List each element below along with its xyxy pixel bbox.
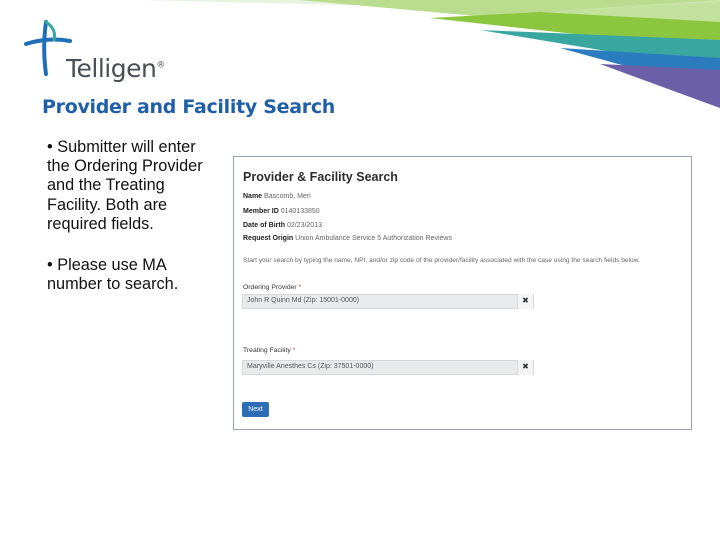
info-row-request-origin: Request Origin Union Ambulance Service 5…: [243, 235, 452, 242]
telligen-logo: Telligen®: [24, 18, 174, 83]
info-value: Bascomb, Meri: [264, 193, 311, 200]
field-label-text: Ordering Provider: [243, 284, 297, 291]
treating-facility-value: Maryville Anesthes Cs (Zip: 37501-0000): [247, 363, 374, 370]
provider-facility-search-panel: Provider & Facility Search Name Bascomb,…: [233, 156, 692, 430]
treating-facility-field[interactable]: Maryville Anesthes Cs (Zip: 37501-0000) …: [242, 360, 534, 375]
info-row-member-id: Member ID 0140133850: [243, 208, 320, 215]
search-instructions: Start your search by typing the name, NP…: [243, 257, 640, 264]
bullet-list: • Submitter will enter the Ordering Prov…: [47, 138, 222, 316]
logo-name: Telligen: [66, 54, 157, 83]
panel-title: Provider & Facility Search: [243, 170, 398, 184]
logo-reg-mark: ®: [156, 60, 165, 71]
required-mark: *: [292, 347, 296, 354]
ordering-provider-label: Ordering Provider *: [243, 284, 301, 291]
logo-wordmark: Telligen®: [66, 54, 165, 83]
treating-facility-label: Treating Facility *: [243, 347, 295, 354]
next-button[interactable]: Next: [242, 402, 269, 417]
info-value: 0140133850: [280, 208, 320, 215]
required-mark: *: [298, 284, 302, 291]
info-label: Date of Birth: [243, 222, 285, 229]
info-row-dob: Date of Birth 02/23/2013: [243, 222, 322, 229]
info-value: 02/23/2013: [286, 222, 322, 229]
bullet-item: • Submitter will enter the Ordering Prov…: [47, 138, 203, 233]
info-value: Union Ambulance Service 5 Authorization …: [295, 235, 452, 242]
info-label: Name: [243, 193, 263, 200]
info-label: Request Origin: [243, 235, 294, 242]
ordering-provider-value: John R Quinn Md (Zip: 15001-0000): [247, 297, 360, 304]
info-row-name: Name Bascomb, Meri: [243, 193, 311, 200]
bullet-item: • Please use MA number to search.: [47, 256, 179, 294]
clear-treating-facility-button[interactable]: ✖: [517, 360, 533, 375]
field-label-text: Treating Facility: [243, 347, 291, 354]
slide-title: Provider and Facility Search: [42, 96, 336, 118]
info-label: Member ID: [243, 208, 279, 215]
ordering-provider-field[interactable]: John R Quinn Md (Zip: 15001-0000) ✖: [242, 294, 534, 309]
clear-ordering-provider-button[interactable]: ✖: [517, 294, 533, 309]
